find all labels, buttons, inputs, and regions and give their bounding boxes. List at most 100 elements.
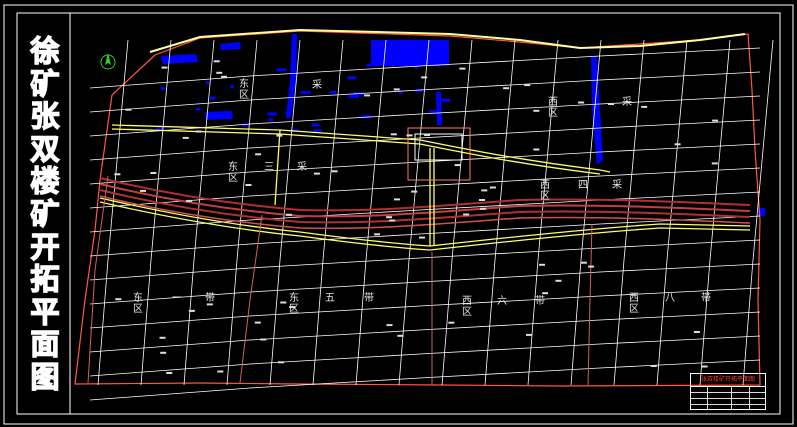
grid-line-horizontal <box>89 359 761 401</box>
title-block-rule <box>691 392 765 393</box>
elevation-mark <box>701 365 708 368</box>
title-block-divider <box>707 386 708 409</box>
elevation-mark <box>539 263 545 266</box>
water-patch <box>312 123 320 127</box>
zone-label: 四 <box>578 180 588 191</box>
elevation-mark <box>364 94 371 97</box>
zone-char: 采 <box>297 162 307 173</box>
roadways <box>99 124 751 251</box>
elevation-mark <box>140 189 146 192</box>
elevation-mark <box>150 172 157 174</box>
pond-3 <box>205 111 233 120</box>
zone-label: 六 <box>497 296 507 307</box>
elevation-mark <box>217 370 224 373</box>
zone-char: 六 <box>497 296 507 307</box>
elevation-mark <box>463 213 470 216</box>
elevation-mark <box>481 189 488 192</box>
zone-char: 带 <box>535 296 545 307</box>
elevation-mark <box>182 136 189 139</box>
elevation-mark <box>390 133 397 136</box>
water-patch <box>441 98 450 102</box>
title-char: 图 <box>30 359 60 394</box>
zone-char: 东 <box>133 293 143 304</box>
zone-char: 四 <box>578 180 588 191</box>
water-patch <box>205 81 210 85</box>
zone-char: 区 <box>239 90 249 101</box>
elevation-mark <box>406 134 413 137</box>
zone-label: 八 <box>665 293 675 304</box>
zone-char: 东 <box>228 162 238 173</box>
zone-label: 东区 <box>228 162 238 184</box>
title-char: 平 <box>30 294 60 329</box>
river-channel-east <box>591 56 603 165</box>
pond-2 <box>220 42 241 50</box>
elevation-mark <box>221 75 227 78</box>
grid-line-vertical <box>699 39 731 386</box>
elevation-mark <box>711 162 718 165</box>
elevation-mark <box>421 76 428 79</box>
title-block-rule <box>691 404 765 405</box>
elevation-mark <box>489 186 496 189</box>
zone-char: 三 <box>264 162 274 173</box>
title-block-heading: 张双楼矿开拓平面图 <box>691 374 765 387</box>
pond-4 <box>436 92 442 125</box>
grid-line-horizontal <box>89 311 761 353</box>
elevation-mark <box>588 265 595 268</box>
water-patch <box>366 63 373 67</box>
zone-label: 采 <box>622 97 632 108</box>
elevation-mark <box>411 190 418 193</box>
zone-label: 五 <box>325 293 335 304</box>
elevation-mark <box>331 170 338 173</box>
grid-line-horizontal <box>89 263 761 305</box>
drawing-title: 徐 矿 张 双 楼 矿 开 拓 平 面 图 <box>28 34 62 394</box>
elevation-mark <box>479 199 485 201</box>
elevation-mark <box>578 101 585 104</box>
zone-label: 东区 <box>289 293 299 315</box>
elevation-mark <box>712 119 719 122</box>
water-patch <box>300 91 311 95</box>
fault-line-1 <box>99 177 751 212</box>
zone-char: 五 <box>325 293 335 304</box>
elevation-mark <box>216 71 223 74</box>
zone-char: 带 <box>701 293 711 304</box>
zone-label: 东区 <box>239 79 249 101</box>
elevation-mark <box>533 148 540 151</box>
elevation-mark <box>459 67 466 70</box>
elevation-mark <box>394 198 400 201</box>
zone-label: 带 <box>205 293 215 304</box>
water-patch <box>276 68 287 72</box>
elevation-mark <box>114 173 121 176</box>
elevation-mark <box>580 261 587 264</box>
elevation-mark <box>693 331 700 333</box>
elevation-mark <box>115 298 122 301</box>
water-patch <box>347 76 357 80</box>
zone-char: 区 <box>289 304 299 315</box>
zone-char: 带 <box>364 293 374 304</box>
elevation-mark <box>555 279 562 282</box>
title-char: 徐 <box>30 34 60 68</box>
water-patch <box>196 107 201 111</box>
elevation-mark <box>641 105 648 108</box>
elevation-mark <box>608 103 614 105</box>
elevation-mark <box>674 143 681 146</box>
zone-char: 东 <box>239 79 249 90</box>
elevation-mark <box>278 361 284 364</box>
water-dots <box>156 63 450 133</box>
zone-char: 采 <box>622 97 632 108</box>
elevation-mark <box>448 321 455 324</box>
zone-char: 采 <box>312 80 322 91</box>
zone-char: 区 <box>540 191 550 202</box>
zone-label: 三 <box>264 162 274 173</box>
elevation-mark <box>397 334 404 337</box>
elevation-mark <box>419 236 425 239</box>
zone-label: 西区 <box>540 180 550 202</box>
grid-line-vertical <box>312 39 344 386</box>
pond-1 <box>161 54 198 64</box>
elevation-mark <box>159 336 166 339</box>
water-patch <box>210 96 216 100</box>
elevation-mark <box>125 108 132 111</box>
title-char: 矿 <box>30 66 60 101</box>
grid-line-horizontal <box>89 119 761 161</box>
elevation-mark <box>313 172 320 175</box>
elevation-mark <box>245 184 252 186</box>
